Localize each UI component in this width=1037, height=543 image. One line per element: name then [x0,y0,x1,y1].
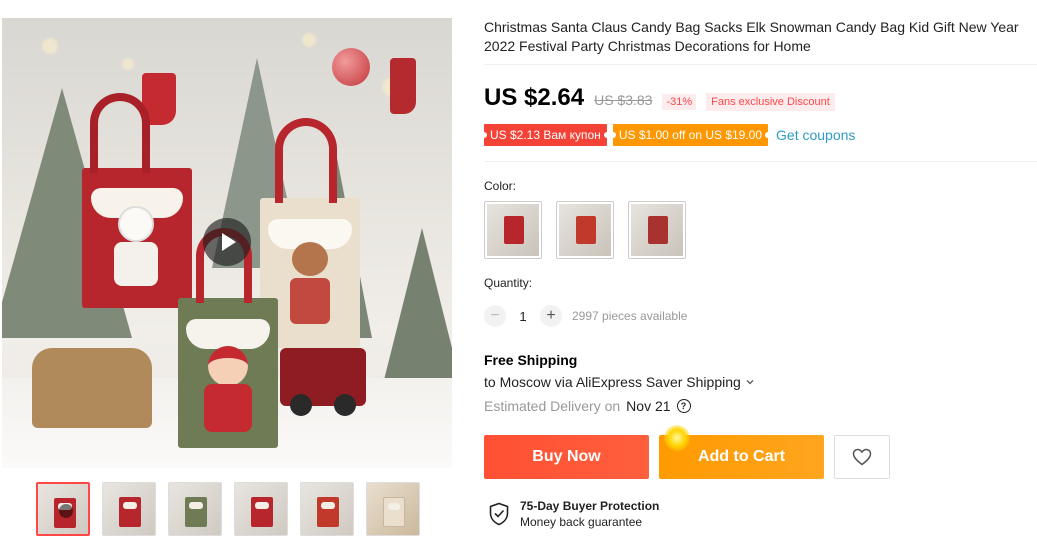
fans-discount-badge: Fans exclusive Discount [706,93,835,111]
sparkle-icon [664,425,690,451]
discount-badge: -31% [662,94,697,110]
original-price: US $3.83 [594,92,653,108]
quantity-label: Quantity: [484,276,533,290]
shield-check-icon [489,502,509,526]
bokeh-light [302,33,316,47]
coupon-row: US $2.13 Вам купон US $1.00 off on US $1… [481,124,855,146]
bokeh-light [42,38,58,54]
protection-title: 75-Day Buyer Protection [520,499,660,513]
delivery-label: Estimated Delivery on [484,398,621,414]
color-label: Color: [484,179,517,193]
thumbnail-image[interactable] [102,482,156,536]
help-icon[interactable]: ? [676,399,691,413]
thumbnail-image[interactable] [366,482,420,536]
snowman-bag [82,93,192,308]
color-options [484,201,686,259]
quantity-stepper: − 1 + 2997 pieces available [484,305,687,327]
delivery-date: Nov 21 [626,398,671,414]
christmas-tree [382,228,452,388]
color-option-snowman[interactable] [484,201,542,259]
stocking-ornament [390,58,416,114]
quantity-decrease-button[interactable]: − [484,305,506,327]
buyer-protection: 75-Day Buyer Protection Money back guara… [488,499,659,529]
wishlist-button[interactable] [834,435,890,479]
thumbnail-image[interactable] [168,482,222,536]
shipping-destination[interactable]: to Moscow via AliExpress Saver Shipping [484,374,755,390]
main-product-image[interactable] [2,18,452,468]
play-icon [222,233,236,251]
thumbnail-image[interactable] [234,482,288,536]
buy-now-button[interactable]: Buy Now [484,435,649,479]
thumbnail-image[interactable] [300,482,354,536]
santa-bag [178,228,278,448]
color-option-santa[interactable] [556,201,614,259]
price-row: US $2.64 US $3.83 -31% Fans exclusive Di… [484,84,835,112]
bokeh-light [122,58,134,70]
heart-icon [852,448,872,466]
quantity-increase-button[interactable]: + [540,305,562,327]
thumbnail-video[interactable] [36,482,90,536]
play-icon [59,504,73,518]
product-title: Christmas Santa Claus Candy Bag Sacks El… [484,19,1019,54]
protection-subtitle: Money back guarantee [520,515,643,529]
play-video-button[interactable] [203,218,251,266]
get-coupons-link[interactable]: Get coupons [776,127,855,143]
thumbnail-strip [36,482,420,536]
current-price: US $2.64 [484,84,585,111]
available-stock: 2997 pieces available [572,309,688,323]
shipping-destination-text: to Moscow via AliExpress Saver Shipping [484,374,741,390]
toy-truck [280,348,366,416]
chevron-down-icon [746,380,754,385]
coupon-badge[interactable]: US $1.00 off on US $19.00 [609,124,772,146]
quantity-value[interactable]: 1 [506,309,540,324]
color-option-elk[interactable] [628,201,686,259]
coupon-badge[interactable]: US $2.13 Вам купон [481,124,610,146]
shipping-title: Free Shipping [484,352,578,368]
divider [484,64,1037,65]
divider [484,161,1037,162]
burlap-sack [32,348,152,428]
ornament-ball [332,48,370,86]
estimated-delivery: Estimated Delivery on Nov 21 ? [484,398,691,414]
